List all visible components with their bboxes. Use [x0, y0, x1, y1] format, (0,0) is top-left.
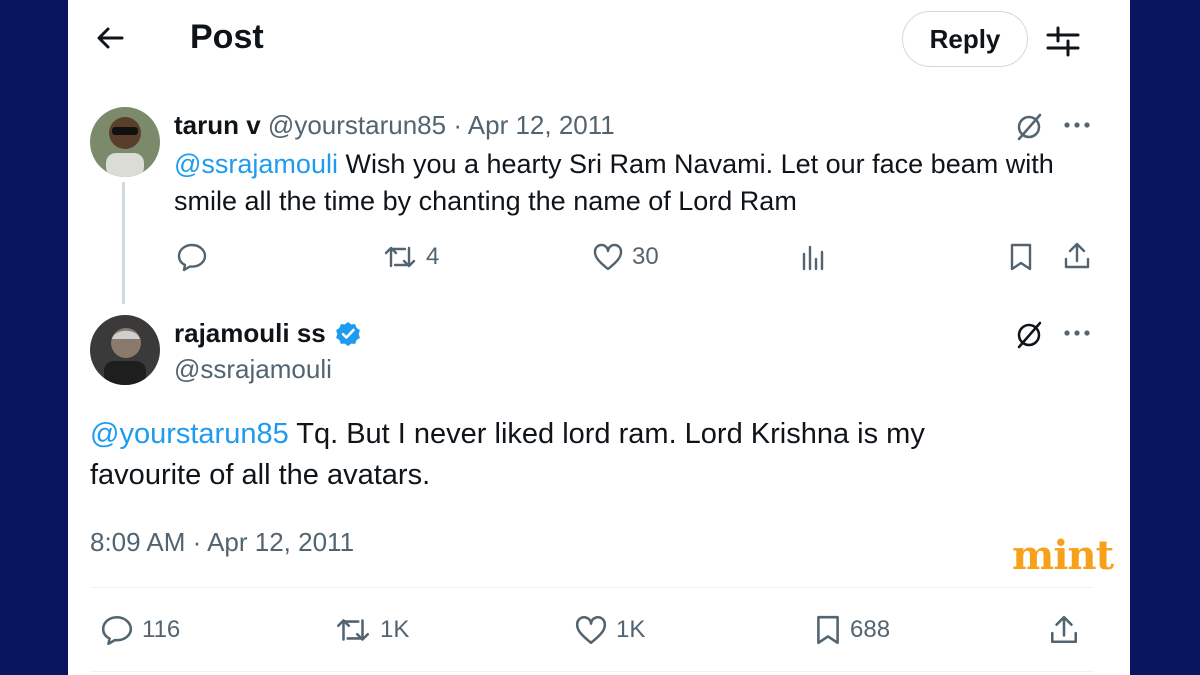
- author-name[interactable]: rajamouli ss: [174, 318, 326, 349]
- share-icon[interactable]: [1048, 614, 1080, 646]
- tweet-timestamp[interactable]: 8:09 AM · Apr 12, 2011: [90, 527, 354, 558]
- tweet-date[interactable]: Apr 12, 2011: [468, 110, 615, 140]
- avatar[interactable]: [90, 107, 160, 177]
- repost-count: 1K: [380, 616, 410, 643]
- parent-tweet-text: @ssrajamouli Wish you a hearty Sri Ram N…: [174, 146, 1074, 220]
- repost-icon: [334, 614, 372, 646]
- grok-icon[interactable]: [1014, 320, 1044, 350]
- author-handle[interactable]: @ssrajamouli: [174, 354, 332, 385]
- repost-icon: [382, 242, 418, 272]
- reply-action[interactable]: [176, 242, 216, 272]
- bookmark-action[interactable]: 688: [814, 614, 890, 646]
- like-count: 30: [632, 243, 659, 270]
- reply-button[interactable]: Reply: [902, 11, 1028, 67]
- tweet-text-line: Tq. But I never liked lord ram. Lord Kri…: [288, 418, 925, 450]
- divider: [90, 587, 1094, 588]
- author-handle[interactable]: @yourstarun85: [268, 110, 446, 140]
- reply-icon: [176, 242, 208, 272]
- mint-watermark: mint: [1012, 532, 1114, 579]
- verified-badge-icon: [334, 320, 362, 348]
- repost-action[interactable]: 1K: [334, 614, 409, 646]
- like-count: 1K: [616, 616, 646, 643]
- page-title: Post: [190, 18, 264, 56]
- share-icon[interactable]: [1062, 241, 1092, 271]
- like-icon: [592, 242, 624, 272]
- back-arrow-icon[interactable]: [94, 22, 126, 54]
- tweet-text-line: Wish you a hearty Sri Ram Navami. Let ou…: [337, 149, 1054, 179]
- reply-icon: [100, 614, 134, 646]
- tweet-text-line: smile all the time by chanting the name …: [174, 186, 797, 216]
- like-action[interactable]: 30: [592, 242, 659, 272]
- author-name[interactable]: tarun v: [174, 110, 261, 140]
- bookmark-icon[interactable]: [1008, 242, 1034, 272]
- main-tweet-text: @yourstarun85 Tq. But I never liked lord…: [90, 414, 1090, 496]
- views-icon[interactable]: [800, 244, 828, 272]
- post-card: Post Reply tarun v @yourstarun85 · Apr 1…: [68, 0, 1130, 675]
- mention-link[interactable]: @yourstarun85: [90, 418, 289, 450]
- reply-count: 116: [142, 616, 181, 643]
- more-icon[interactable]: [1062, 326, 1092, 340]
- tweet-text-line: favourite of all the avatars.: [90, 459, 431, 491]
- mention-link[interactable]: @ssrajamouli: [174, 149, 338, 179]
- repost-action[interactable]: 4: [382, 242, 439, 272]
- thread-connector-line: [122, 182, 125, 304]
- separator: ·: [453, 110, 462, 140]
- bookmark-count: 688: [850, 616, 891, 643]
- divider: [90, 671, 1094, 672]
- like-icon: [574, 614, 608, 646]
- parent-tweet-header: tarun v @yourstarun85 · Apr 12, 2011: [174, 110, 615, 141]
- filter-icon[interactable]: [1046, 24, 1080, 58]
- bookmark-icon: [814, 614, 842, 646]
- main-author-row: rajamouli ss: [174, 318, 362, 349]
- repost-count: 4: [426, 243, 440, 270]
- avatar[interactable]: [90, 315, 160, 385]
- more-icon[interactable]: [1062, 118, 1092, 132]
- like-action[interactable]: 1K: [574, 614, 645, 646]
- grok-icon[interactable]: [1014, 112, 1044, 142]
- reply-action[interactable]: 116: [100, 614, 180, 646]
